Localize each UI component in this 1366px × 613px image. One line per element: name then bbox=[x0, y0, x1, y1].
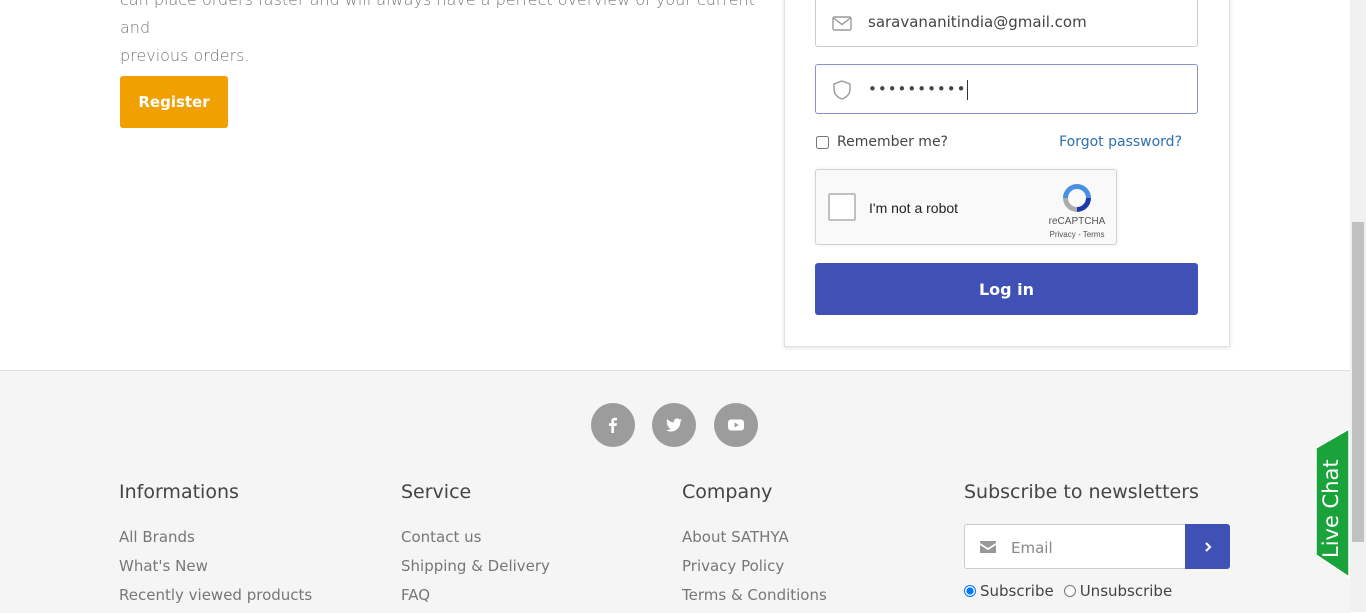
register-intro-text: can place orders faster and will always … bbox=[120, 0, 760, 70]
envelope-icon bbox=[980, 541, 996, 553]
twitter-icon bbox=[665, 418, 682, 432]
recaptcha-logo-icon bbox=[1063, 184, 1091, 212]
text-caret bbox=[967, 79, 969, 100]
forgot-password-link[interactable]: Forgot password? bbox=[1059, 134, 1182, 150]
footer-column-newsletter: Subscribe to newsletters bbox=[964, 481, 1199, 523]
footer-column-service: Service Contact us Shipping & Delivery F… bbox=[401, 481, 550, 610]
subscribe-option[interactable]: Subscribe bbox=[964, 582, 1054, 600]
footer-link-about[interactable]: About SATHYA bbox=[682, 523, 827, 552]
newsletter-email-field[interactable] bbox=[964, 524, 1186, 570]
password-field[interactable]: •••••••••• bbox=[815, 64, 1198, 114]
remember-me-checkbox[interactable] bbox=[816, 135, 829, 149]
chevron-right-icon bbox=[1204, 541, 1212, 552]
footer-link-whats-new[interactable]: What's New bbox=[119, 552, 312, 581]
recaptcha-checkbox[interactable] bbox=[828, 193, 856, 221]
footer-link-all-brands[interactable]: All Brands bbox=[119, 523, 312, 552]
email-value: saravananitindia@gmail.com bbox=[868, 13, 1087, 31]
footer-link-recently-viewed[interactable]: Recently viewed products bbox=[119, 581, 312, 610]
intro-line-1: can place orders faster and will always … bbox=[120, 0, 755, 37]
newsletter-title: Subscribe to newsletters bbox=[964, 481, 1199, 503]
footer-link-terms[interactable]: Terms & Conditions bbox=[682, 581, 827, 610]
password-value: •••••••••• bbox=[868, 79, 969, 100]
youtube-button[interactable] bbox=[714, 403, 758, 447]
login-button[interactable]: Log in bbox=[815, 263, 1198, 315]
subscribe-radio[interactable] bbox=[964, 585, 976, 597]
recaptcha-links[interactable]: Privacy - Terms bbox=[1042, 230, 1112, 239]
footer-column-company: Company About SATHYA Privacy Policy Term… bbox=[682, 481, 827, 610]
footer-link-shipping[interactable]: Shipping & Delivery bbox=[401, 552, 550, 581]
footer-link-faq[interactable]: FAQ bbox=[401, 581, 550, 610]
email-field[interactable]: saravananitindia@gmail.com bbox=[815, 0, 1198, 47]
envelope-icon bbox=[832, 16, 852, 31]
recaptcha-widget: I'm not a robot reCAPTCHA Privacy - Term… bbox=[815, 169, 1117, 245]
live-chat-label: Live Chat bbox=[1319, 459, 1343, 558]
footer-link-privacy[interactable]: Privacy Policy bbox=[682, 552, 827, 581]
footer-column-title: Service bbox=[401, 481, 472, 503]
footer-column-title: Informations bbox=[119, 481, 239, 503]
remember-me[interactable]: Remember me? bbox=[815, 134, 948, 150]
newsletter-email-input[interactable] bbox=[1009, 525, 1183, 570]
facebook-button[interactable] bbox=[591, 403, 635, 447]
twitter-button[interactable] bbox=[652, 403, 696, 447]
live-chat-button[interactable]: Live Chat bbox=[1315, 428, 1351, 578]
remember-me-label: Remember me? bbox=[837, 134, 948, 150]
footer-column-title: Company bbox=[682, 481, 773, 503]
recaptcha-brand: reCAPTCHA bbox=[1048, 216, 1106, 227]
facebook-icon bbox=[609, 417, 617, 433]
recaptcha-label: I'm not a robot bbox=[869, 200, 959, 216]
footer-column-informations: Informations All Brands What's New Recen… bbox=[119, 481, 312, 610]
subscribe-label: Subscribe bbox=[980, 582, 1054, 600]
main-content: can place orders faster and will always … bbox=[0, 0, 1350, 370]
scrollbar-thumb[interactable] bbox=[1352, 222, 1364, 542]
shield-icon bbox=[833, 80, 851, 100]
unsubscribe-radio[interactable] bbox=[1063, 585, 1076, 597]
newsletter-options: Subscribe Unsubscribe bbox=[964, 582, 1182, 600]
unsubscribe-label: Unsubscribe bbox=[1079, 582, 1173, 600]
unsubscribe-option[interactable]: Unsubscribe bbox=[1063, 582, 1173, 600]
page-scrollbar[interactable] bbox=[1350, 0, 1366, 612]
register-button[interactable]: Register bbox=[120, 76, 228, 128]
newsletter-submit-button[interactable] bbox=[1185, 524, 1230, 569]
youtube-icon bbox=[728, 419, 744, 431]
footer-link-contact-us[interactable]: Contact us bbox=[401, 523, 550, 552]
footer: Informations All Brands What's New Recen… bbox=[0, 370, 1350, 613]
intro-line-2: previous orders. bbox=[120, 46, 250, 65]
